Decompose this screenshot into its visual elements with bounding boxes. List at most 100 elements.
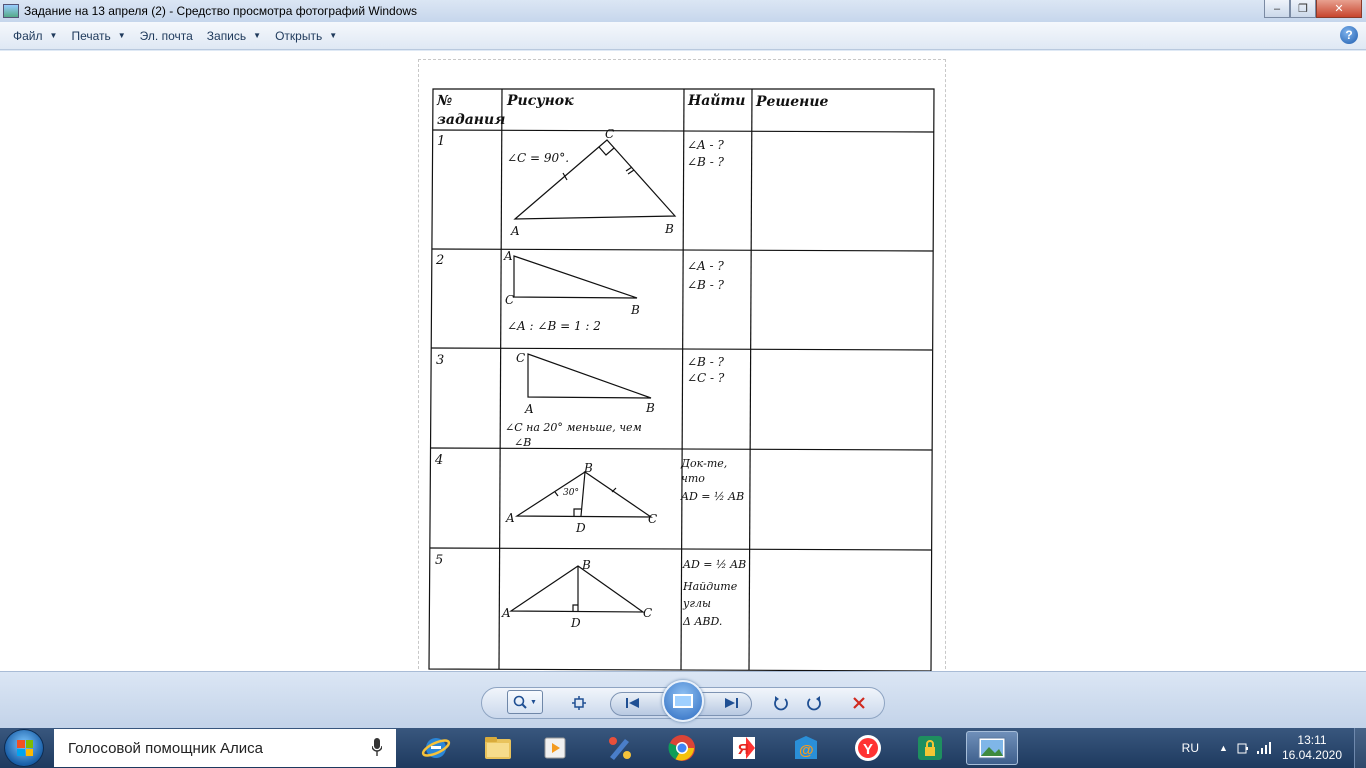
find-item: углы	[682, 597, 711, 610]
vertex-label: D	[570, 616, 581, 630]
find-item: ∠B - ?	[687, 278, 725, 292]
window-controls: – ❐ ✕	[1264, 0, 1362, 18]
system-tray: RU ▲ 13:11 16.04.2020	[1182, 728, 1366, 768]
next-icon	[725, 698, 738, 708]
clock[interactable]: 13:11 16.04.2020	[1282, 733, 1342, 763]
yandex-icon: Я	[733, 737, 755, 759]
photo-viewer-button[interactable]	[966, 731, 1018, 765]
find-item: Найдите	[682, 580, 738, 593]
vertex-label: B	[581, 558, 591, 572]
header-figure: Рисунок	[506, 93, 574, 109]
chrome-icon	[668, 735, 695, 761]
yandex-browser-button[interactable]: Y	[842, 731, 894, 765]
find-item: ∠B - ?	[687, 155, 725, 169]
triangle-figure-3	[527, 353, 652, 399]
header-number-word: задания	[437, 112, 505, 128]
find-item: ∠C - ?	[687, 371, 725, 385]
network-signal-icon[interactable]	[1256, 741, 1272, 755]
rotate-cw-icon	[807, 696, 821, 711]
menu-print[interactable]: Печать ▼	[64, 25, 132, 47]
search-text: Голосовой помощник Алиса	[68, 739, 263, 757]
rotate-cw-button[interactable]	[803, 692, 825, 714]
vertex-label: B	[583, 461, 593, 475]
vertex-label: C	[505, 293, 514, 307]
triangle-figure-5	[509, 565, 645, 613]
chevron-down-icon: ▼	[49, 31, 58, 40]
ie-button[interactable]	[410, 731, 462, 765]
zoom-button[interactable]: ▼	[507, 690, 543, 714]
row-number: 4	[434, 453, 443, 468]
find-item: ∠A - ?	[687, 138, 724, 152]
chevron-down-icon: ▼	[530, 698, 537, 706]
worksheet-table: № задания Рисунок Найти Решение 1 2 3 4 …	[428, 88, 935, 671]
delete-icon	[853, 697, 865, 709]
language-indicator[interactable]: RU	[1182, 741, 1199, 755]
explorer-icon	[485, 737, 511, 759]
explorer-button[interactable]	[472, 731, 524, 765]
window-title: Задание на 13 апреля (2) - Средство прос…	[24, 4, 418, 18]
slideshow-icon	[673, 694, 693, 708]
paint-icon	[609, 737, 631, 760]
svg-text:@: @	[799, 742, 814, 759]
fit-window-button[interactable]	[568, 692, 590, 714]
chevron-down-icon: ▼	[117, 31, 126, 40]
start-button[interactable]	[4, 729, 44, 767]
previous-icon	[626, 698, 639, 708]
figure-note: ∠C на 20° меньше, чем	[505, 421, 642, 434]
vertex-label: B	[664, 222, 674, 236]
delete-button[interactable]	[848, 692, 870, 714]
vertex-label: C	[648, 512, 657, 526]
vertex-label: B	[645, 401, 655, 415]
svg-text:Я: Я	[738, 741, 749, 758]
vertex-label: A	[503, 249, 513, 263]
voice-assistant-search[interactable]: Голосовой помощник Алиса	[54, 729, 396, 767]
row-number: 2	[435, 253, 444, 268]
menu-file[interactable]: Файл ▼	[6, 25, 64, 47]
media-player-button[interactable]	[530, 731, 582, 765]
next-button[interactable]	[720, 692, 742, 714]
fit-window-icon	[572, 696, 586, 710]
power-icon[interactable]	[1236, 741, 1250, 755]
mail-ru-icon: @	[795, 736, 817, 759]
find-item: Δ ABD.	[682, 615, 722, 628]
figure-note: ∠C = 90°.	[507, 151, 569, 165]
vertex-label: A	[501, 606, 511, 620]
rotate-ccw-button[interactable]	[770, 692, 792, 714]
image-viewport[interactable]: № задания Рисунок Найти Решение 1 2 3 4 …	[0, 51, 1366, 671]
triangle-figure-4	[514, 471, 653, 518]
show-desktop-button[interactable]	[1354, 728, 1366, 768]
windows-logo-icon	[17, 740, 33, 756]
find-item: что	[681, 472, 705, 485]
paint-button[interactable]	[594, 731, 646, 765]
find-item: Док-те,	[680, 457, 727, 470]
menu-burn[interactable]: Запись ▼	[200, 25, 268, 47]
microphone-icon[interactable]	[372, 738, 382, 756]
find-item: AD = ½ AB	[682, 558, 746, 571]
chevron-down-icon: ▼	[253, 31, 262, 40]
close-button[interactable]: ✕	[1316, 0, 1362, 18]
magnifier-icon	[513, 695, 527, 709]
yandex-button[interactable]: Я	[718, 731, 770, 765]
slideshow-button[interactable]	[662, 680, 704, 722]
security-button[interactable]	[904, 731, 956, 765]
previous-button[interactable]	[622, 692, 644, 714]
menu-open[interactable]: Открыть ▼	[268, 25, 344, 47]
header-find: Найти	[687, 92, 745, 109]
clock-date: 16.04.2020	[1281, 748, 1342, 762]
scanned-document: № задания Рисунок Найти Решение 1 2 3 4 …	[418, 59, 946, 671]
maximize-button[interactable]: ❐	[1290, 0, 1316, 18]
minimize-button[interactable]: –	[1264, 0, 1290, 18]
vertex-label: C	[643, 606, 652, 620]
menu-email[interactable]: Эл. почта	[133, 25, 200, 47]
triangle-figure-2	[513, 255, 638, 299]
clock-time: 13:11	[1297, 733, 1327, 747]
row-number: 5	[435, 553, 443, 568]
title-bar[interactable]: Задание на 13 апреля (2) - Средство прос…	[0, 0, 1366, 22]
help-icon[interactable]: ?	[1340, 26, 1358, 44]
chrome-button[interactable]	[656, 731, 708, 765]
mail-ru-button[interactable]: @	[780, 731, 832, 765]
vertex-label: C	[605, 127, 614, 141]
header-number: №	[436, 93, 452, 109]
tray-expand-icon[interactable]: ▲	[1219, 743, 1228, 753]
figure-note: ∠B	[514, 436, 531, 449]
